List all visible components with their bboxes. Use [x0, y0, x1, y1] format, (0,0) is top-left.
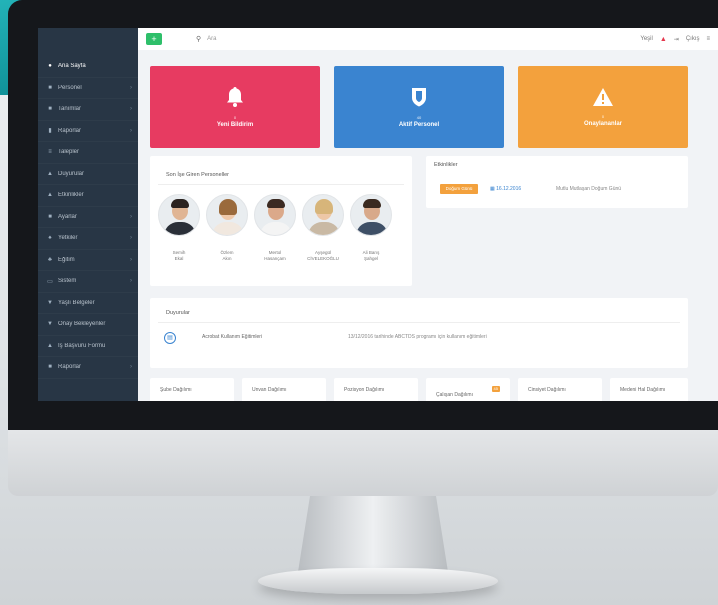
card-unvan-dagilimi[interactable]: Unvan Dağılımı: [242, 378, 326, 401]
events-panel: Etkinlikler Doğum Günü ▦ 16.12.2016 Mutl…: [426, 156, 688, 208]
sidebar-item-raporlar[interactable]: ▮ Raporlar ›: [38, 121, 138, 143]
announcement-icon: ▤: [164, 332, 176, 344]
chevron-right-icon: ›: [130, 106, 132, 113]
menu-icon[interactable]: ≡: [706, 36, 710, 42]
logout-button[interactable]: Çıkış: [686, 36, 700, 42]
monitor: ● Ana Sayfa ■ Personel › ■ Tanımlar › ▮ …: [8, 0, 718, 594]
shield-icon: [410, 86, 428, 113]
sidebar-item-etkinlikler[interactable]: ▲ Etkinlikler: [38, 185, 138, 207]
avatar[interactable]: [302, 194, 344, 236]
bell-icon: ▲: [47, 170, 53, 177]
avatar[interactable]: [254, 194, 296, 236]
logout-icon: ⇥: [673, 36, 679, 43]
topbar: + ⚲ Ara Yeşil ▲ ⇥ Çıkış ≡: [138, 28, 718, 50]
event-badge: Doğum Günü: [440, 184, 478, 194]
sidebar-item-talepler[interactable]: ≡ Talepler: [38, 142, 138, 164]
user-name[interactable]: Yeşil: [640, 36, 652, 42]
card-pozisyon-dagilimi[interactable]: Pozisyon Dağılımı: [334, 378, 418, 401]
chevron-right-icon: ›: [130, 84, 132, 91]
employee-name: Mertol Hasançam: [264, 250, 286, 261]
chart-icon: ▮: [48, 128, 52, 135]
search-input[interactable]: Ara: [207, 36, 640, 42]
card-active-personnel[interactable]: 40 Aktif Personel: [334, 66, 504, 148]
chart-icon: ■: [48, 364, 52, 371]
sidebar-item-ayarlar[interactable]: ■ Ayarlar ›: [38, 207, 138, 229]
chevron-right-icon: ›: [130, 213, 132, 220]
sidebar-item-onay-bekleyenler[interactable]: ▼ Onay Bekleyenler: [38, 314, 138, 336]
count-badge: 45: [491, 386, 500, 392]
bell-icon[interactable]: ▲: [660, 36, 667, 43]
divider: [158, 184, 404, 185]
monitor-base: [258, 568, 498, 594]
sidebar-item-is-basvuru-formu[interactable]: ▲ İş Başvuru Formu: [38, 336, 138, 358]
form-icon: ▲: [47, 342, 53, 349]
sidebar-item-raporlar-2[interactable]: ■ Raporlar ›: [38, 357, 138, 379]
chevron-right-icon: ›: [130, 278, 132, 285]
announcement-desc: 13/12/2016 tarihinde ABCTDS programı içi…: [348, 334, 487, 340]
avatar[interactable]: [158, 194, 200, 236]
sidebar-item-tanimlar[interactable]: ■ Tanımlar ›: [38, 99, 138, 121]
chevron-right-icon: ›: [130, 235, 132, 242]
sidebar-item-ana-sayfa[interactable]: ● Ana Sayfa: [38, 56, 138, 78]
tag-icon: ■: [48, 106, 52, 113]
add-button[interactable]: +: [146, 33, 162, 45]
panel-title: Etkinlikler: [434, 162, 458, 168]
list-icon: ≡: [48, 149, 52, 156]
key-icon: ♠: [48, 235, 52, 242]
monitor-chin: [8, 430, 718, 496]
card-calisan-dagilimi[interactable]: Çalışan Dağılımı 45: [426, 378, 510, 401]
event-date: ▦ 16.12.2016: [490, 186, 522, 192]
new-employees-panel: Son İşe Giren Personeller Semih Ekal Özl…: [150, 156, 412, 286]
divider: [158, 322, 680, 323]
announcement-title[interactable]: Acrobat Kullanım Eğitimleri: [202, 334, 262, 340]
home-icon: ●: [48, 63, 52, 70]
sidebar: ● Ana Sayfa ■ Personel › ■ Tanımlar › ▮ …: [38, 28, 138, 401]
sidebar-item-yetkiler[interactable]: ♠ Yetkiler ›: [38, 228, 138, 250]
card-new-notifications[interactable]: 0 Yeni Bildirim: [150, 66, 320, 148]
topbar-right: Yeşil ▲ ⇥ Çıkış ≡: [640, 36, 710, 43]
announcements-panel: Duyurular ▤ Acrobat Kullanım Eğitimleri …: [150, 298, 688, 368]
sidebar-item-yasli-belgeler[interactable]: ▼ Yaşlı Belgeler: [38, 293, 138, 315]
event-text[interactable]: Mutlu Mutlaşan Doğum Günü: [556, 186, 621, 192]
dashboard-screen: ● Ana Sayfa ■ Personel › ■ Tanımlar › ▮ …: [38, 28, 718, 401]
card-cinsiyet-dagilimi[interactable]: Cinsiyet Dağılımı: [518, 378, 602, 401]
monitor-bezel: ● Ana Sayfa ■ Personel › ■ Tanımlar › ▮ …: [8, 0, 718, 430]
chevron-right-icon: ›: [130, 256, 132, 263]
sidebar-item-personel[interactable]: ■ Personel ›: [38, 78, 138, 100]
chevron-right-icon: ›: [130, 364, 132, 371]
employee-name: Ali Barış Şahgel: [362, 250, 380, 261]
bell-icon: [225, 86, 245, 113]
employee-name: Özlem Akın: [220, 250, 234, 261]
gear-icon: ■: [48, 213, 52, 220]
file-icon: ▼: [47, 299, 53, 306]
employee-name: Ayşegül CİVELEKOĞLU: [307, 250, 339, 261]
monitor-stand: [298, 496, 448, 572]
avatar[interactable]: [206, 194, 248, 236]
panel-title: Son İşe Giren Personeller: [166, 172, 229, 178]
sidebar-item-duyurular[interactable]: ▲ Duyurular: [38, 164, 138, 186]
sidebar-item-sistem[interactable]: ▭ Sistem ›: [38, 271, 138, 293]
panel-title: Duyurular: [166, 310, 190, 316]
chevron-right-icon: ›: [130, 127, 132, 134]
user-icon: ▲: [47, 192, 53, 199]
card-medeni-hal-dagilimi[interactable]: Medeni Hal Dağılımı: [610, 378, 688, 401]
card-approved[interactable]: 0 Onaylananlar: [518, 66, 688, 148]
check-icon: ▼: [47, 321, 53, 328]
sidebar-item-egitim[interactable]: ♣ Eğitim ›: [38, 250, 138, 272]
cap-icon: ♣: [48, 256, 52, 263]
search-icon[interactable]: ⚲: [196, 35, 201, 43]
avatar[interactable]: [350, 194, 392, 236]
monitor-icon: ▭: [47, 278, 53, 285]
card-sube-dagilimi[interactable]: Şube Dağılımı: [150, 378, 234, 401]
warning-icon: [592, 87, 614, 112]
user-icon: ■: [48, 84, 52, 91]
employee-name: Semih Ekal: [172, 250, 186, 261]
